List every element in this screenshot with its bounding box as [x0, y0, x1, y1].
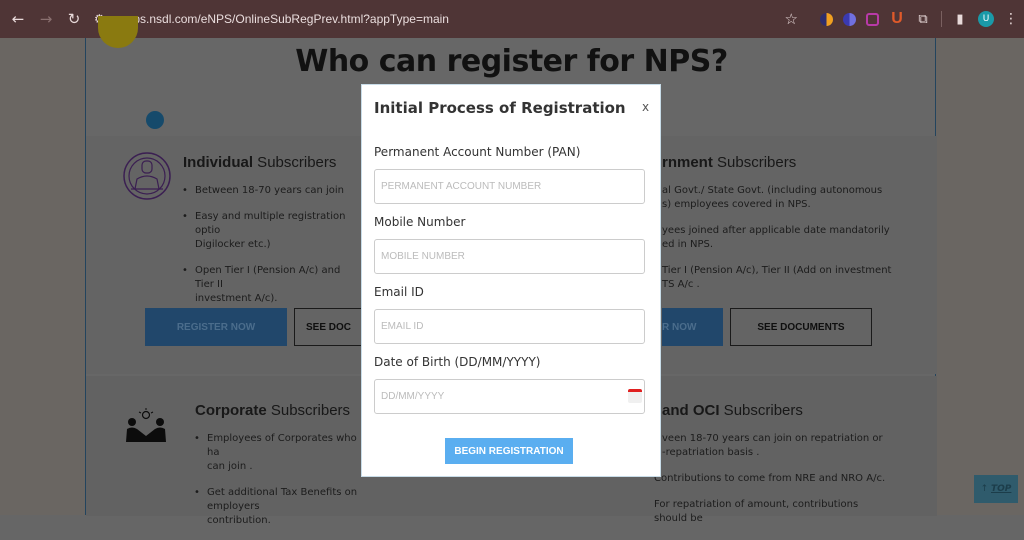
extensions-puzzle-icon[interactable]: ⧉ — [915, 11, 931, 27]
bullet-item: al Govt./ State Govt. (including autonom… — [662, 185, 883, 210]
bullet-item: Contributions to come from NRE and NRO A… — [654, 473, 886, 484]
toolbar-divider — [941, 11, 942, 27]
nav-buttons: ← → ↻ — [4, 5, 88, 33]
government-bullets: al Govt./ State Govt. (including autonom… — [662, 184, 902, 304]
reload-icon[interactable]: ↻ — [60, 5, 88, 33]
dob-label: Date of Birth (DD/MM/YYYY) — [374, 355, 541, 369]
corporate-card-title: Corporate Subscribers — [195, 402, 351, 419]
back-to-top-button[interactable]: ↑ TOP — [974, 475, 1018, 503]
bookmark-star-icon[interactable]: ☆ — [785, 10, 798, 28]
begin-registration-button[interactable]: BEGIN REGISTRATION — [445, 438, 573, 464]
top-link[interactable]: TOP — [991, 484, 1011, 494]
extension-u-icon[interactable]: U — [889, 10, 905, 27]
browser-toolbar: ← → ↻ ⚙ enps.nsdl.com/eNPS/OnlineSubRegP… — [0, 0, 1024, 38]
registration-modal: Initial Process of Registration x Perman… — [361, 84, 661, 477]
page-headline: Who can register for NPS? — [295, 44, 728, 79]
url-text[interactable]: enps.nsdl.com/eNPS/OnlineSubRegPrev.html… — [120, 12, 449, 26]
bullet-item: veen 18-70 years can join on repatriatio… — [662, 433, 883, 458]
dob-input[interactable] — [374, 379, 645, 414]
forward-icon[interactable]: → — [32, 5, 60, 33]
individual-register-now-button[interactable]: REGISTER NOW — [145, 308, 287, 346]
government-register-now-button[interactable]: R NOW — [662, 308, 723, 346]
bullet-item: For repatriation of amount, contribution… — [654, 499, 859, 524]
bullet-item: Get additional Tax Benefits on employers… — [194, 486, 364, 528]
individual-bullets: Between 18-70 years can join Easy and mu… — [182, 184, 362, 318]
side-panel-icon[interactable]: ▮ — [952, 11, 968, 27]
address-bar[interactable]: ⚙ enps.nsdl.com/eNPS/OnlineSubRegPrev.ht… — [94, 5, 449, 33]
government-see-documents-button[interactable]: SEE DOCUMENTS — [730, 308, 872, 346]
bullet-item: Easy and multiple registration optioDigi… — [182, 210, 362, 252]
bullet-item: yees joined after applicable date mandat… — [662, 225, 890, 250]
individual-card-title: Individual Subscribers — [183, 154, 337, 171]
government-card-title: rnment Subscribers — [662, 154, 797, 171]
close-icon[interactable]: x — [642, 100, 649, 114]
menu-kebab-icon[interactable]: ⋮ — [1004, 11, 1018, 27]
calendar-icon[interactable] — [628, 389, 642, 403]
extension-icon-3[interactable] — [866, 12, 879, 26]
pan-label: Permanent Account Number (PAN) — [374, 145, 581, 159]
extension-icon-2[interactable] — [843, 12, 856, 26]
email-input[interactable] — [374, 309, 645, 344]
pan-input[interactable] — [374, 169, 645, 204]
nri-card-title: and OCI Subscribers — [662, 402, 803, 419]
back-icon[interactable]: ← — [4, 5, 32, 33]
toolbar-right: ☆ U ⧉ ▮ U ⋮ — [785, 0, 1018, 38]
bullet-item: Between 18-70 years can join — [182, 184, 362, 198]
bullet-item: Open Tier I (Pension A/c) and Tier IIinv… — [182, 264, 362, 306]
arrow-up-icon: ↑ — [980, 484, 989, 494]
corporate-bullets: Employees of Corporates who hacan join .… — [194, 432, 364, 540]
bullet-item: Employees of Corporates who hacan join . — [194, 432, 364, 474]
mobile-input[interactable] — [374, 239, 645, 274]
email-label: Email ID — [374, 285, 424, 299]
corporate-handshake-icon — [126, 408, 166, 442]
decorative-blue-dot — [146, 111, 164, 129]
bullet-item: Tier I (Pension A/c), Tier II (Add on in… — [662, 265, 892, 290]
individual-person-icon — [123, 152, 171, 200]
modal-title: Initial Process of Registration — [374, 99, 626, 117]
individual-see-documents-button[interactable]: SEE DOC — [294, 308, 362, 346]
profile-avatar[interactable]: U — [978, 11, 994, 27]
mobile-label: Mobile Number — [374, 215, 466, 229]
nri-bullets: veen 18-70 years can join on repatriatio… — [654, 432, 902, 538]
extension-icon-1[interactable] — [820, 12, 833, 26]
